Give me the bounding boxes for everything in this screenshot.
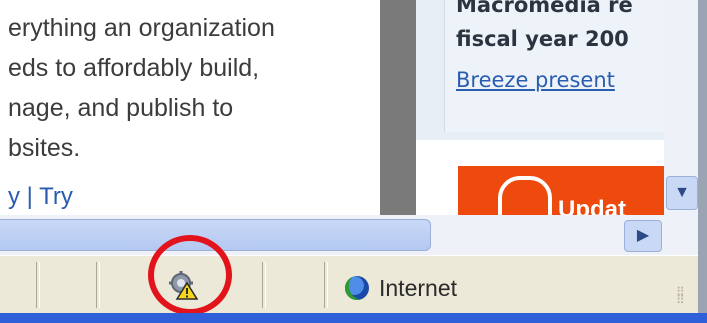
window-border	[698, 0, 707, 323]
page-content: erything an organization eds to affordab…	[0, 0, 380, 215]
paragraph-line: bsites.	[8, 134, 81, 162]
security-zone[interactable]: Internet	[345, 275, 457, 302]
chevron-right-icon: ▶	[636, 227, 650, 244]
scroll-right-button[interactable]: ▶	[624, 220, 662, 252]
chevron-down-icon: ▼	[674, 184, 690, 201]
resize-grip-icon[interactable]: ⠿ ⠿	[676, 286, 686, 306]
news-sidebox: Macromedia re fiscal year 200 Breeze pre…	[416, 0, 664, 140]
zone-label: Internet	[379, 275, 457, 301]
description-paragraph: erything an organization eds to affordab…	[8, 8, 380, 168]
column-divider	[380, 0, 416, 215]
scroll-down-button[interactable]: ▼	[666, 176, 698, 210]
paragraph-line: nage, and publish to	[8, 94, 234, 122]
buy-try-links: y | Try	[8, 183, 73, 211]
paragraph-line: eds to affordably build,	[8, 54, 260, 82]
buy-link[interactable]: y	[8, 183, 20, 210]
news-headline-line: fiscal year 200	[456, 27, 629, 51]
status-pane-divider	[36, 262, 40, 308]
update-promo-banner[interactable]: Updat	[458, 166, 664, 215]
breeze-link[interactable]: Breeze present	[456, 68, 615, 92]
taskbar-edge	[0, 313, 707, 323]
paragraph-line: erything an organization	[8, 14, 275, 42]
news-headline[interactable]: Macromedia re fiscal year 200	[456, 0, 633, 56]
globe-icon	[345, 276, 369, 300]
status-pane-divider	[324, 262, 328, 308]
try-link[interactable]: Try	[39, 183, 73, 210]
link-separator: |	[26, 183, 33, 210]
phone-icon	[498, 176, 552, 215]
status-pane-divider	[262, 262, 266, 308]
news-headline-line: Macromedia re	[456, 0, 633, 17]
red-highlight-circle	[148, 235, 232, 315]
promo-text: Updat	[558, 196, 626, 215]
status-pane-divider	[96, 262, 100, 308]
